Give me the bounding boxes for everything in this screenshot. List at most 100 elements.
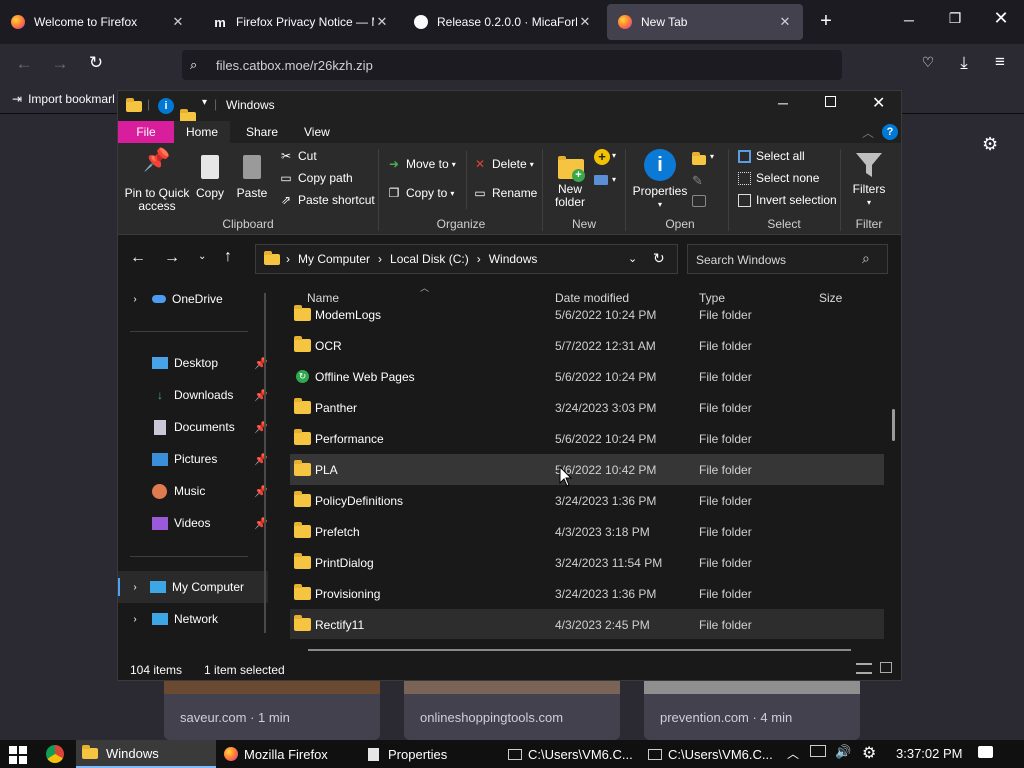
- new-tab-button[interactable]: +: [814, 10, 838, 33]
- taskbar-item-windows[interactable]: Windows: [76, 740, 216, 768]
- invert-selection-button[interactable]: Invert selection: [736, 193, 837, 207]
- close-tab-icon[interactable]: ✕: [170, 14, 186, 30]
- nav-documents[interactable]: Documents 📌: [118, 411, 268, 443]
- nav-network[interactable]: › Network: [118, 603, 268, 635]
- cut-button[interactable]: ✂ Cut: [278, 149, 317, 163]
- nav-pictures[interactable]: Pictures 📌: [118, 443, 268, 475]
- rename-button[interactable]: ▭ Rename: [472, 186, 537, 200]
- tab-home[interactable]: Home: [174, 121, 230, 143]
- close-tab-icon[interactable]: ✕: [577, 14, 593, 30]
- file-row-panther[interactable]: Panther 3/24/2023 3:03 PM File folder: [290, 392, 884, 423]
- start-button[interactable]: [9, 746, 27, 764]
- close-window-button[interactable]: ✕: [989, 8, 1013, 29]
- properties-button[interactable]: i Properties ▾: [630, 149, 690, 211]
- horizontal-scrollbar[interactable]: [308, 649, 851, 651]
- nav-scrollbar[interactable]: [264, 293, 266, 633]
- paste-button[interactable]: Paste: [234, 153, 270, 200]
- restore-window-button[interactable]: ❐: [943, 10, 967, 27]
- breadcrumb-my-computer[interactable]: My Computer: [298, 252, 370, 266]
- open-icon[interactable]: [692, 152, 706, 165]
- breadcrumb-local-disk[interactable]: Local Disk (C:): [390, 252, 469, 266]
- file-row-prefetch[interactable]: Prefetch 4/3/2023 3:18 PM File folder: [290, 516, 884, 547]
- recent-locations-icon[interactable]: ⌄: [198, 251, 206, 262]
- dropdown-icon[interactable]: ▾: [710, 152, 714, 161]
- refresh-icon[interactable]: ↻: [653, 250, 665, 267]
- back-icon[interactable]: ←: [10, 54, 38, 74]
- back-arrow-icon[interactable]: ←: [130, 249, 146, 267]
- expand-chevron-icon[interactable]: ›: [124, 294, 146, 305]
- clock-time[interactable]: 3:37:02 PM: [896, 746, 963, 761]
- tiles-view-icon[interactable]: [880, 662, 892, 673]
- file-row-printdialog[interactable]: PrintDialog 3/24/2023 11:54 PM File fold…: [290, 547, 884, 578]
- nav-downloads[interactable]: ↓ Downloads 📌: [118, 379, 268, 411]
- minimize-window-button[interactable]: ─: [898, 12, 920, 28]
- tab-file[interactable]: File: [118, 121, 174, 143]
- taskbar-item-firefox[interactable]: Mozilla Firefox: [218, 740, 356, 768]
- browser-tab-welcome[interactable]: Welcome to Firefox ✕: [0, 2, 196, 42]
- new-item-icon[interactable]: +: [594, 149, 610, 165]
- easy-access-icon[interactable]: [594, 175, 608, 185]
- reload-icon[interactable]: ↻: [82, 53, 110, 73]
- url-bar[interactable]: ⌕ files.catbox.moe/r26kzh.zip: [182, 50, 842, 80]
- dropdown-icon[interactable]: ▾: [612, 175, 616, 184]
- file-row-performance[interactable]: Performance 5/6/2022 10:24 PM File folde…: [290, 423, 884, 454]
- taskbar-item-cmd-1[interactable]: C:\Users\VM6.C...: [502, 740, 638, 768]
- pin-to-quick-access-button[interactable]: 📌 Pin to Quick access: [122, 149, 192, 213]
- taskbar-item-cmd-2[interactable]: C:\Users\VM6.C...: [642, 740, 778, 768]
- column-header-name[interactable]: Name: [307, 291, 339, 305]
- nav-onedrive[interactable]: › OneDrive: [118, 283, 268, 315]
- copy-path-button[interactable]: ▭ Copy path: [278, 171, 352, 185]
- notifications-icon[interactable]: [978, 746, 993, 758]
- select-all-button[interactable]: Select all: [736, 149, 805, 163]
- nav-my-computer[interactable]: › My Computer: [118, 571, 268, 603]
- filters-button[interactable]: Filters ▾: [844, 149, 894, 209]
- forward-icon[interactable]: →: [46, 54, 74, 74]
- address-bar[interactable]: › My Computer › Local Disk (C:) › Window…: [255, 244, 678, 274]
- nav-desktop[interactable]: Desktop 📌: [118, 347, 268, 379]
- network-status-icon[interactable]: [810, 745, 826, 757]
- column-header-date[interactable]: Date modified: [555, 291, 629, 305]
- properties-qat-icon[interactable]: i: [158, 98, 174, 114]
- chevron-down-icon[interactable]: ⌄: [628, 252, 637, 265]
- minimize-button[interactable]: ─: [778, 95, 788, 111]
- import-bookmarks-button[interactable]: ⇥ Import bookmarks: [12, 92, 114, 106]
- paste-shortcut-button[interactable]: ⇗ Paste shortcut: [278, 193, 375, 207]
- tab-share[interactable]: Share: [234, 121, 290, 143]
- qat-dropdown-icon[interactable]: ▾: [202, 97, 207, 108]
- collapse-ribbon-icon[interactable]: ︿: [862, 124, 874, 141]
- up-arrow-icon[interactable]: ↑: [224, 248, 232, 266]
- browser-tab-newtab[interactable]: New Tab ✕: [607, 4, 803, 40]
- chrome-icon[interactable]: [46, 745, 64, 763]
- breadcrumb-windows[interactable]: Windows: [489, 252, 538, 266]
- settings-gear-icon[interactable]: ⚙: [982, 134, 998, 155]
- file-list-scrollbar[interactable]: [892, 409, 895, 441]
- close-tab-icon[interactable]: ✕: [374, 14, 390, 30]
- file-row-rectify11[interactable]: Rectify11 4/3/2023 2:45 PM File folder: [290, 609, 884, 639]
- column-header-size[interactable]: Size: [819, 291, 842, 305]
- copy-to-button[interactable]: ❐ Copy to ▾: [386, 186, 455, 200]
- copy-button[interactable]: Copy: [192, 153, 228, 200]
- expand-chevron-icon[interactable]: ›: [124, 582, 146, 593]
- column-header-type[interactable]: Type: [699, 291, 725, 305]
- delete-button[interactable]: ✕ Delete ▾: [472, 157, 534, 171]
- settings-gear-icon[interactable]: ⚙: [862, 743, 876, 763]
- search-input[interactable]: Search Windows ⌕: [687, 244, 888, 274]
- menu-icon[interactable]: ≡: [986, 52, 1014, 72]
- nav-music[interactable]: Music 📌: [118, 475, 268, 507]
- details-view-icon[interactable]: [856, 663, 872, 674]
- close-tab-icon[interactable]: ✕: [777, 14, 793, 30]
- close-button[interactable]: ✕: [872, 93, 885, 113]
- help-icon[interactable]: ?: [882, 124, 898, 140]
- expand-chevron-icon[interactable]: ›: [124, 614, 146, 625]
- move-to-button[interactable]: ➜ Move to ▾: [386, 157, 456, 171]
- file-row-modemlogs[interactable]: ModemLogs 5/6/2022 10:24 PM File folder: [290, 305, 884, 330]
- tab-view[interactable]: View: [292, 121, 342, 143]
- dropdown-icon[interactable]: ▾: [612, 151, 616, 160]
- select-none-button[interactable]: Select none: [736, 171, 819, 185]
- browser-tab-privacy[interactable]: m Firefox Privacy Notice — M ✕: [202, 2, 400, 42]
- file-row-provisioning[interactable]: Provisioning 3/24/2023 1:36 PM File fold…: [290, 578, 884, 609]
- pocket-icon[interactable]: ♡: [914, 54, 942, 71]
- browser-tab-github[interactable]: Release 0.2.0.0 · MicaForEve ✕: [403, 2, 603, 42]
- downloads-icon[interactable]: ⤓: [950, 53, 978, 73]
- edit-pencil-icon[interactable]: ✎: [692, 173, 703, 189]
